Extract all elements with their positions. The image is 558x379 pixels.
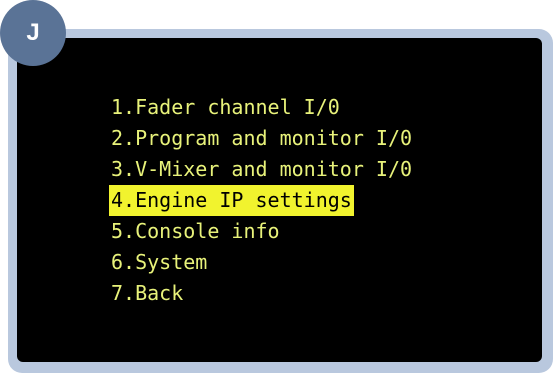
menu-item-back[interactable]: 7.Back xyxy=(109,278,414,309)
settings-menu: 1.Fader channel I/0 2.Program and monito… xyxy=(109,92,414,309)
menu-item-system[interactable]: 6.System xyxy=(109,247,414,278)
menu-item-program-monitor-io[interactable]: 2.Program and monitor I/0 xyxy=(109,123,414,154)
lcd-screen: 1.Fader channel I/0 2.Program and monito… xyxy=(17,38,542,362)
menu-item-v-mixer-monitor-io[interactable]: 3.V-Mixer and monitor I/0 xyxy=(109,154,414,185)
device-display-frame: 1.Fader channel I/0 2.Program and monito… xyxy=(8,29,553,373)
menu-item-console-info[interactable]: 5.Console info xyxy=(109,216,414,247)
menu-item-fader-channel-io[interactable]: 1.Fader channel I/0 xyxy=(109,92,414,123)
figure-label-badge: J xyxy=(0,0,66,66)
menu-item-engine-ip-settings[interactable]: 4.Engine IP settings xyxy=(109,185,354,216)
